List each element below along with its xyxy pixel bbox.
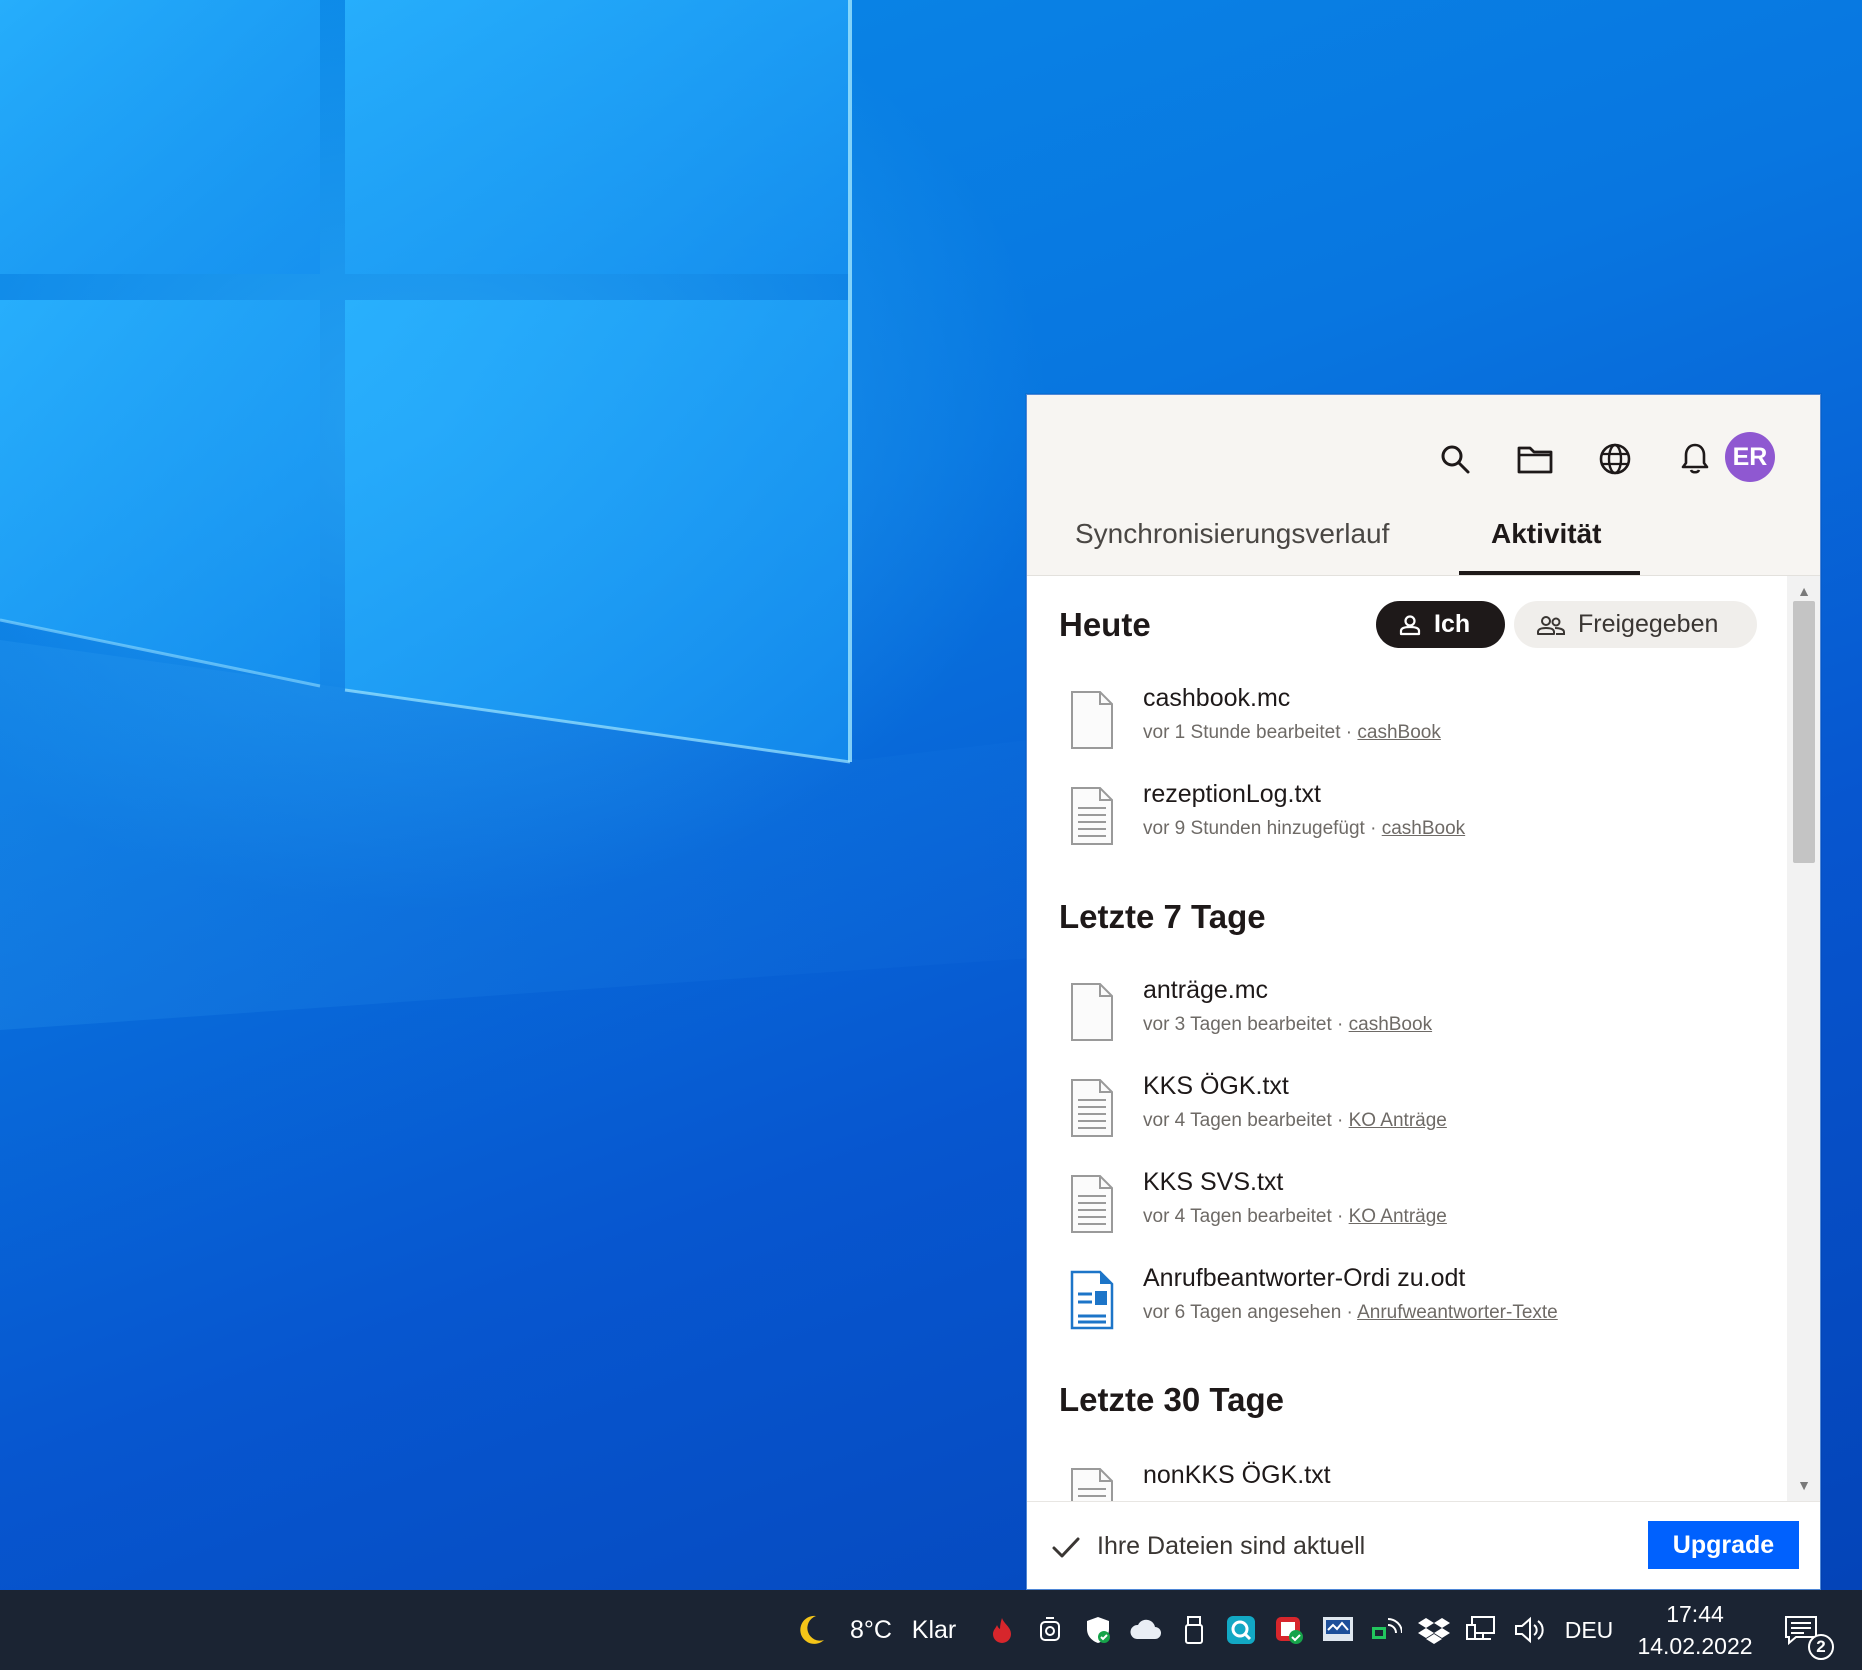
scroll-down-arrow[interactable]: ▼ [1795,1476,1813,1494]
tray-app-7[interactable] [1270,1590,1308,1670]
list-item[interactable]: nonKKS ÖGK.txt [1027,1461,1767,1501]
file-name: cashbook.mc [1143,684,1291,712]
section-title-today: Heute [1059,606,1151,643]
list-item[interactable]: KKS ÖGK.txt vor 4 Tagen bearbeitet · KO … [1027,1072,1767,1164]
filter-shared-label: Freigegeben [1578,610,1719,638]
active-tab-indicator [1459,571,1640,575]
weather-button[interactable] [788,1590,832,1670]
file-meta: vor 6 Tagen angesehen · Anrufweantworter… [1143,1302,1558,1323]
taskbar: 8°C Klar DEU 17:44 14.02.2022 2 [0,1590,1862,1670]
tray-app-5[interactable] [1176,1590,1212,1670]
scroll-thumb[interactable] [1793,601,1815,863]
scroll-up-arrow[interactable]: ▲ [1795,582,1813,600]
network-activity-icon [1372,1618,1402,1639]
text-file-icon [1071,787,1113,845]
list-item[interactable]: cashbook.mc vor 1 Stunde bearbeitet · ca… [1027,684,1767,776]
filter-me-button[interactable]: Ich [1376,601,1505,648]
search-q-icon [1227,1616,1255,1644]
checkmark-icon [1052,1537,1080,1558]
folder-link[interactable]: KO Anträge [1349,1110,1447,1131]
text-file-icon [1071,1079,1113,1137]
tray-app-4[interactable] [1126,1590,1166,1670]
panel-header: ER Synchronisierungsverlauf Aktivität [1027,395,1820,576]
tray-app-9[interactable] [1366,1590,1406,1670]
monitor-app-icon [1323,1617,1353,1641]
bell-icon [1681,443,1709,474]
list-item[interactable]: rezeptionLog.txt vor 9 Stunden hinzugefü… [1027,780,1767,872]
filter-shared-button[interactable]: Freigegeben [1514,601,1757,648]
section-title-last-30-days: Letzte 30 Tage [1059,1381,1284,1418]
filter-me-label: Ich [1434,610,1471,638]
tray-app-6[interactable] [1222,1590,1260,1670]
file-name: KKS ÖGK.txt [1143,1072,1289,1100]
dropbox-icon [1418,1618,1450,1644]
volume-icon [1515,1616,1544,1644]
folder-icon [1517,446,1553,474]
shield-icon [1087,1617,1110,1643]
file-meta: vor 4 Tagen bearbeitet · KO Anträge [1143,1110,1447,1131]
file-name: KKS SVS.txt [1143,1168,1284,1196]
blank-file-icon [1071,691,1113,749]
folder-link[interactable]: cashBook [1349,1014,1432,1035]
text-file-icon [1071,1175,1113,1233]
file-name: nonKKS ÖGK.txt [1143,1461,1331,1489]
moon-icon [800,1615,824,1644]
tray-app-1[interactable] [984,1590,1020,1670]
search-button[interactable] [1431,435,1479,483]
file-meta: vor 4 Tagen bearbeitet · KO Anträge [1143,1206,1447,1227]
weather-temp[interactable]: 8°C [846,1590,896,1670]
tray-volume[interactable] [1510,1590,1550,1670]
clock-date: 14.02.2022 [1637,1633,1753,1659]
file-name: anträge.mc [1143,976,1269,1004]
tray-app-2[interactable] [1032,1590,1068,1670]
activity-list: Heute Ich Freigegeben cashbook.mc vor 1 … [1027,576,1787,1501]
section-title-last-7-days: Letzte 7 Tage [1059,898,1266,935]
file-name: rezeptionLog.txt [1143,780,1321,808]
search-icon [1441,445,1470,474]
file-meta: vor 3 Tagen bearbeitet · cashBook [1143,1014,1433,1035]
flame-icon [993,1618,1011,1643]
blank-file-icon [1071,983,1113,1041]
list-item[interactable]: KKS SVS.txt vor 4 Tagen bearbeitet · KO … [1027,1168,1767,1260]
person-icon [1399,614,1421,635]
weather-condition[interactable]: Klar [908,1590,960,1670]
folder-link[interactable]: cashBook [1382,818,1465,839]
tray-dropbox[interactable] [1414,1590,1454,1670]
sync-activity-panel: ER Synchronisierungsverlauf Aktivität He… [1026,394,1821,1590]
web-button[interactable] [1591,435,1639,483]
upgrade-button[interactable]: Upgrade [1648,1521,1799,1569]
text-file-icon [1071,1468,1113,1501]
security-badge-icon [1276,1617,1303,1644]
tray-network[interactable] [1462,1590,1502,1670]
clock[interactable]: 17:44 14.02.2022 [1620,1598,1770,1662]
file-name: Anrufbeantworter-Ordi zu.odt [1143,1264,1466,1292]
sync-status-text: Ihre Dateien sind aktuell [1097,1532,1366,1560]
list-item[interactable]: anträge.mc vor 3 Tagen bearbeitet · cash… [1027,976,1767,1068]
folder-link[interactable]: Anrufweantworter-Texte [1357,1302,1558,1323]
writer-document-icon [1070,1270,1114,1330]
tab-sync-history[interactable]: Synchronisierungsverlauf [1075,513,1389,569]
tray-app-8[interactable] [1318,1590,1358,1670]
notifications-button[interactable] [1671,435,1719,483]
input-language[interactable]: DEU [1562,1590,1616,1670]
globe-icon [1599,443,1631,475]
cloud-icon [1130,1619,1161,1639]
folder-link[interactable]: cashBook [1357,722,1440,743]
file-meta: vor 9 Stunden hinzugefügt · cashBook [1143,818,1466,839]
scrollbar[interactable]: ▲ ▼ [1787,576,1820,1501]
avatar[interactable]: ER [1725,432,1775,482]
open-folder-button[interactable] [1511,435,1559,483]
folder-link[interactable]: KO Anträge [1349,1206,1447,1227]
camera-icon [1040,1617,1060,1641]
tray-app-3[interactable] [1080,1590,1116,1670]
tab-activity[interactable]: Aktivität [1491,513,1601,569]
notification-count-badge: 2 [1808,1634,1834,1660]
people-icon [1537,615,1565,635]
network-icon [1466,1616,1495,1640]
clock-time: 17:44 [1666,1601,1724,1627]
panel-footer: Ihre Dateien sind aktuell Upgrade [1027,1501,1820,1589]
usb-drive-icon [1185,1616,1203,1644]
list-item[interactable]: Anrufbeantworter-Ordi zu.odt vor 6 Tagen… [1027,1264,1767,1356]
file-meta: vor 1 Stunde bearbeitet · cashBook [1143,722,1441,743]
